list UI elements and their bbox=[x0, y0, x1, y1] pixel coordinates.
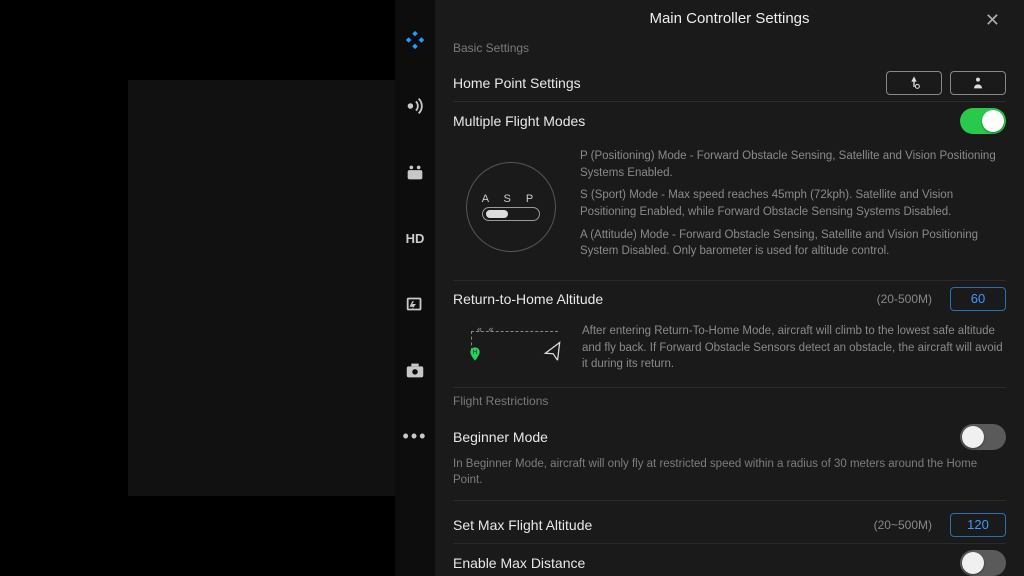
more-settings-icon[interactable]: ••• bbox=[403, 424, 427, 448]
flight-restrictions-label: Flight Restrictions bbox=[453, 388, 1006, 418]
rth-description: After entering Return-To-Home Mode, airc… bbox=[582, 323, 1006, 373]
settings-sidebar: HD ••• bbox=[395, 0, 435, 576]
home-point-user-button[interactable] bbox=[950, 71, 1006, 95]
home-point-settings-label: Home Point Settings bbox=[453, 75, 581, 91]
return-to-home-altitude-label: Return-to-Home Altitude bbox=[453, 291, 603, 307]
rth-range-hint: (20-500M) bbox=[877, 292, 932, 306]
gimbal-camera-icon[interactable] bbox=[403, 358, 427, 382]
beginner-mode-toggle[interactable] bbox=[960, 424, 1006, 450]
max-flight-altitude-label: Set Max Flight Altitude bbox=[453, 517, 592, 533]
basic-settings-label: Basic Settings bbox=[453, 35, 1006, 65]
panel-title: Main Controller Settings bbox=[649, 10, 809, 27]
rth-diagram: « « H bbox=[453, 323, 568, 371]
hd-transmission-icon[interactable]: HD bbox=[403, 226, 427, 250]
beginner-mode-label: Beginner Mode bbox=[453, 429, 548, 445]
multiple-flight-modes-label: Multiple Flight Modes bbox=[453, 113, 585, 129]
multiple-flight-modes-toggle[interactable] bbox=[960, 108, 1006, 134]
max-altitude-input[interactable]: 120 bbox=[950, 513, 1006, 537]
aircraft-icon[interactable] bbox=[403, 28, 427, 52]
flight-mode-diagram: A S P bbox=[453, 148, 568, 266]
enable-max-distance-label: Enable Max Distance bbox=[453, 555, 585, 571]
obstacle-sensing-icon[interactable] bbox=[403, 94, 427, 118]
svg-text:H: H bbox=[473, 350, 477, 356]
close-icon[interactable]: ✕ bbox=[985, 10, 1000, 31]
rth-altitude-input[interactable]: 60 bbox=[950, 287, 1006, 311]
remote-controller-icon[interactable] bbox=[403, 160, 427, 184]
beginner-mode-description: In Beginner Mode, aircraft will only fly… bbox=[453, 456, 1006, 501]
home-point-aircraft-button[interactable] bbox=[886, 71, 942, 95]
max-altitude-range-hint: (20~500M) bbox=[874, 518, 932, 532]
main-controller-settings-panel: Main Controller Settings ✕ Basic Setting… bbox=[435, 0, 1024, 576]
battery-icon[interactable] bbox=[403, 292, 427, 316]
live-video-preview bbox=[0, 0, 395, 576]
enable-max-distance-toggle[interactable] bbox=[960, 550, 1006, 576]
flight-mode-description: P (Positioning) Mode - Forward Obstacle … bbox=[580, 148, 1006, 266]
